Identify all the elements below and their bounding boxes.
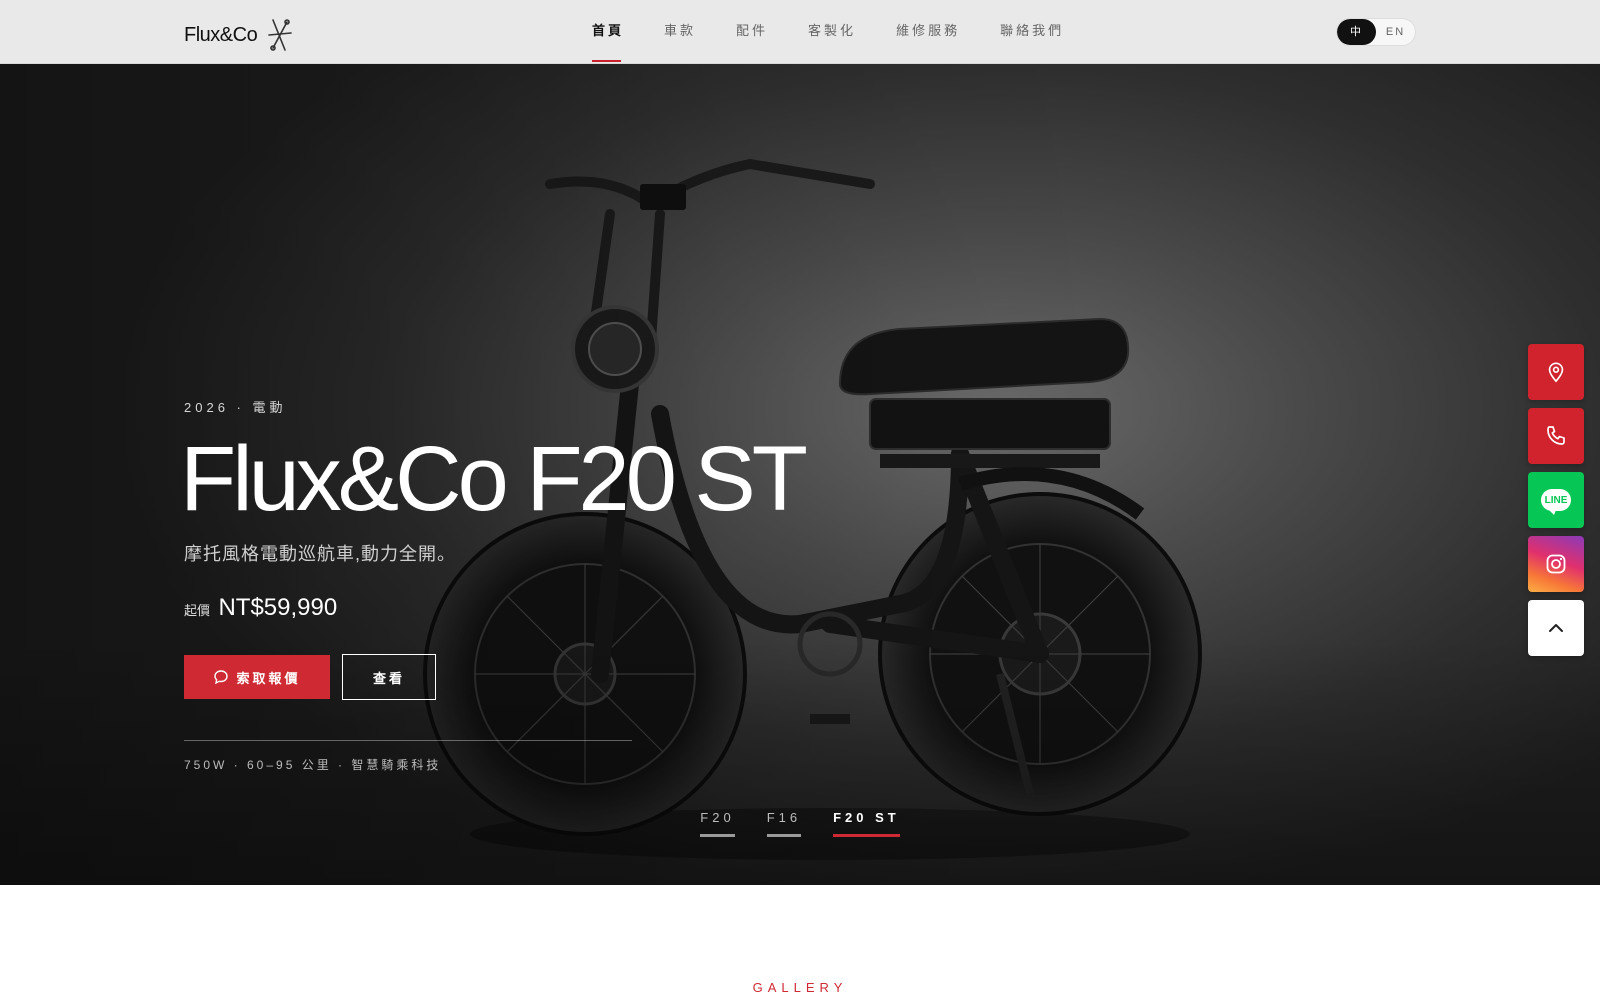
slide-tab-f20-st[interactable]: F20 ST — [833, 810, 900, 837]
nav-item-service[interactable]: 維修服務 — [896, 0, 960, 64]
instagram-button[interactable] — [1528, 536, 1584, 592]
line-button[interactable]: LINE — [1528, 472, 1584, 528]
phone-icon — [1547, 426, 1565, 445]
nav-item-contact[interactable]: 聯絡我們 — [1000, 0, 1064, 64]
hero-title: Flux&Co F20 ST — [180, 428, 808, 530]
view-button[interactable]: 查看 — [342, 654, 436, 700]
price-value: NT$59,990 — [218, 594, 338, 621]
slide-tab-indicator — [700, 834, 735, 837]
logo-text: Flux&Co — [184, 23, 258, 46]
slide-tab-label: F16 — [766, 810, 802, 825]
nav-item-models[interactable]: 車款 — [664, 0, 696, 64]
nav-item-accessories[interactable]: 配件 — [736, 0, 768, 64]
instagram-icon — [1546, 554, 1566, 574]
nav-item-home[interactable]: 首頁 — [592, 0, 624, 64]
hero-section: 2026 · 電動 Flux&Co F20 ST 摩托風格電動巡航車,動力全開。… — [0, 64, 1600, 885]
back-to-top-button[interactable] — [1528, 600, 1584, 656]
chevron-up-icon — [1549, 624, 1563, 632]
slide-tab-indicator — [833, 834, 900, 837]
lang-en-button[interactable]: EN — [1376, 19, 1415, 45]
hero-price: 起價 NT$59,990 — [184, 594, 337, 622]
slide-tab-f16[interactable]: F16 — [766, 810, 802, 837]
logo-mark-icon — [268, 19, 293, 51]
lang-zh-button[interactable]: 中 — [1337, 19, 1376, 45]
hero-divider — [184, 740, 632, 741]
line-icon: LINE — [1541, 489, 1571, 515]
request-quote-label: 索取報價 — [236, 670, 301, 686]
slide-tab-indicator — [766, 834, 802, 837]
hero-subtitle: 摩托風格電動巡航車,動力全開。 — [184, 544, 456, 564]
model-slider-tabs: F20 F16 F20 ST — [0, 810, 1600, 837]
slide-tab-f20[interactable]: F20 — [700, 810, 735, 837]
phone-button[interactable] — [1528, 408, 1584, 464]
site-header: Flux&Co 首頁 車款 配件 客製化 維修服務 聯絡我們 中 EN — [0, 0, 1600, 64]
map-button[interactable] — [1528, 344, 1584, 400]
map-pin-icon — [1548, 362, 1564, 383]
logo[interactable]: Flux&Co — [184, 18, 293, 52]
slide-tab-label: F20 — [700, 810, 735, 825]
hero-eyebrow: 2026 · 電動 — [184, 400, 287, 415]
main-nav: 首頁 車款 配件 客製化 維修服務 聯絡我們 — [592, 0, 1104, 64]
chat-bubble-icon — [214, 670, 229, 685]
hero-specs: 750W · 60–95 公里 · 智慧騎乘科技 — [184, 758, 442, 772]
slide-tab-label: F20 ST — [833, 810, 900, 825]
gallery-section-label: GALLERY — [752, 980, 848, 995]
language-toggle: 中 EN — [1336, 18, 1416, 46]
price-label: 起價 — [184, 603, 211, 618]
nav-item-custom[interactable]: 客製化 — [808, 0, 856, 64]
request-quote-button[interactable]: 索取報價 — [184, 655, 330, 699]
